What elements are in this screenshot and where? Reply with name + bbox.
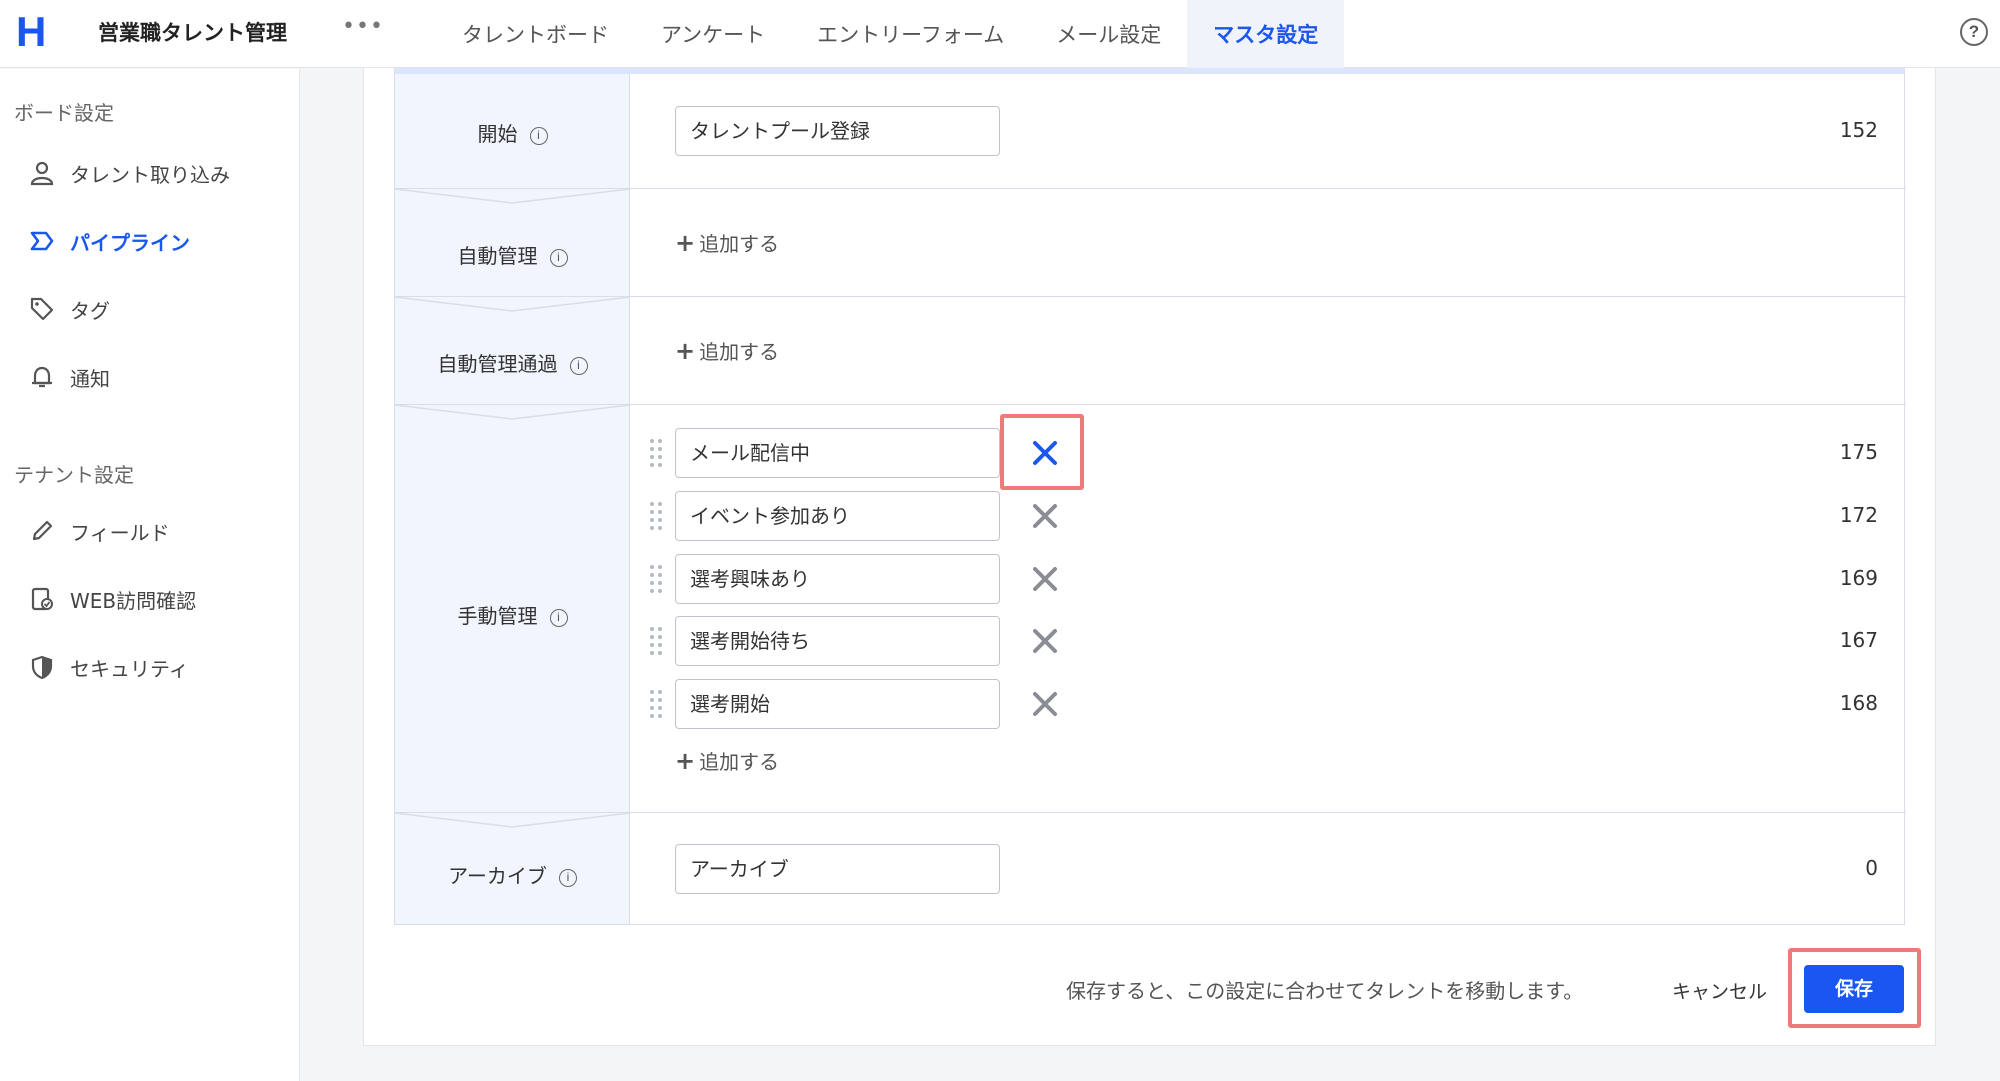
stage-arrow bbox=[395, 189, 630, 204]
tag-icon bbox=[28, 295, 56, 323]
stage-name-input[interactable]: イベント参加あり bbox=[675, 491, 1000, 541]
web-check-icon bbox=[28, 585, 56, 613]
tab-talent-board[interactable]: タレントボード bbox=[436, 0, 635, 68]
sidebar-item-security[interactable]: セキュリティ bbox=[28, 649, 189, 685]
stage-name-input[interactable]: 選考開始待ち bbox=[675, 616, 1000, 666]
stage-count: 0 bbox=[1865, 856, 1878, 880]
add-label: 追加する bbox=[699, 340, 780, 364]
plus-icon: + bbox=[675, 337, 696, 365]
sidebar-item-label: パイプライン bbox=[70, 230, 190, 255]
drag-handle-icon[interactable] bbox=[649, 626, 663, 656]
stage-arrow bbox=[395, 813, 630, 828]
delete-icon[interactable] bbox=[1030, 438, 1060, 468]
tab-master-settings[interactable]: マスタ設定 bbox=[1187, 0, 1345, 68]
info-icon[interactable]: i bbox=[569, 357, 588, 375]
sidebar-item-talent-import[interactable]: タレント取り込み bbox=[28, 155, 230, 191]
save-button[interactable]: 保存 bbox=[1804, 965, 1904, 1013]
tab-entry-form[interactable]: エントリーフォーム bbox=[791, 0, 1030, 68]
stage-label-manual: 手動管理 i bbox=[395, 600, 630, 629]
sidebar-item-tags[interactable]: タグ bbox=[28, 291, 110, 327]
stage-name-input[interactable]: メール配信中 bbox=[675, 428, 1000, 478]
drag-handle-icon[interactable] bbox=[649, 438, 663, 468]
delete-icon[interactable] bbox=[1030, 626, 1060, 656]
sidebar-item-label: タグ bbox=[70, 298, 110, 323]
stage-count: 169 bbox=[1839, 566, 1878, 590]
plus-icon: + bbox=[675, 747, 696, 775]
delete-icon[interactable] bbox=[1030, 501, 1060, 531]
tab-survey[interactable]: アンケート bbox=[635, 0, 791, 68]
stage-count: 167 bbox=[1839, 628, 1878, 652]
stage-name-input[interactable]: 選考興味あり bbox=[675, 554, 1000, 604]
info-icon[interactable]: i bbox=[558, 869, 577, 887]
plus-icon: + bbox=[675, 229, 696, 257]
pencil-icon bbox=[28, 517, 56, 545]
board-settings-heading: ボード設定 bbox=[14, 101, 114, 125]
sidebar: ボード設定 タレント取り込み パイプライン タグ 通知 テナント設定 フィールド bbox=[0, 69, 300, 1081]
sidebar-item-notifications[interactable]: 通知 bbox=[28, 359, 110, 395]
stage-name-input[interactable]: 選考開始 bbox=[675, 679, 1000, 729]
add-stage-button[interactable]: + 追加する bbox=[675, 746, 779, 775]
stage-label-text: アーカイブ bbox=[448, 864, 547, 888]
add-stage-button[interactable]: + 追加する bbox=[675, 336, 779, 365]
delete-icon[interactable] bbox=[1030, 689, 1060, 719]
app-title[interactable]: 営業職タレント管理 bbox=[98, 17, 287, 47]
tab-mail-settings[interactable]: メール設定 bbox=[1030, 0, 1187, 68]
stage-count: 152 bbox=[1839, 118, 1878, 142]
person-icon bbox=[28, 159, 56, 187]
stage-label-auto: 自動管理 i bbox=[395, 240, 630, 269]
help-icon[interactable]: ? bbox=[1960, 18, 1988, 46]
save-note: 保存すると、この設定に合わせてタレントを移動します。 bbox=[1066, 979, 1584, 1003]
add-label: 追加する bbox=[699, 232, 780, 256]
sidebar-item-fields[interactable]: フィールド bbox=[28, 513, 170, 549]
stage-label-text: 自動管理通過 bbox=[437, 352, 558, 376]
stage-label-auto-pass: 自動管理通過 i bbox=[395, 348, 630, 377]
pipeline-icon bbox=[28, 227, 56, 255]
stage-label-archive: アーカイブ i bbox=[395, 860, 630, 889]
sidebar-item-web-visit[interactable]: WEB訪問確認 bbox=[28, 581, 196, 617]
info-icon[interactable]: i bbox=[529, 127, 548, 145]
main-nav: タレントボード アンケート エントリーフォーム メール設定 マスタ設定 bbox=[436, 0, 1345, 68]
stage-count: 175 bbox=[1839, 440, 1878, 464]
stage-label-start: 開始 i bbox=[395, 118, 630, 147]
sidebar-item-label: フィールド bbox=[70, 520, 170, 545]
stage-arrow bbox=[395, 297, 630, 312]
app-logo[interactable]: H bbox=[16, 10, 50, 54]
tenant-settings-heading: テナント設定 bbox=[14, 463, 134, 487]
stage-arrow bbox=[395, 405, 630, 420]
stage-label-text: 自動管理 bbox=[457, 244, 538, 268]
bell-icon bbox=[28, 363, 56, 391]
drag-handle-icon[interactable] bbox=[649, 564, 663, 594]
sidebar-item-label: セキュリティ bbox=[70, 656, 189, 681]
delete-icon[interactable] bbox=[1030, 564, 1060, 594]
add-stage-button[interactable]: + 追加する bbox=[675, 228, 779, 257]
stage-label-text: 手動管理 bbox=[457, 604, 538, 628]
more-icon[interactable]: ••• bbox=[342, 14, 384, 39]
sidebar-item-label: タレント取り込み bbox=[70, 162, 230, 187]
info-icon[interactable]: i bbox=[549, 249, 568, 267]
shield-icon bbox=[28, 653, 56, 681]
stage-count: 172 bbox=[1839, 503, 1878, 527]
top-header: H 営業職タレント管理 ••• タレントボード アンケート エントリーフォーム … bbox=[0, 0, 2000, 68]
add-label: 追加する bbox=[699, 750, 780, 774]
stage-name-input[interactable]: タレントプール登録 bbox=[675, 106, 1000, 156]
sidebar-item-label: 通知 bbox=[70, 366, 110, 391]
info-icon[interactable]: i bbox=[549, 609, 568, 627]
stage-count: 168 bbox=[1839, 691, 1878, 715]
drag-handle-icon[interactable] bbox=[649, 689, 663, 719]
sidebar-item-pipeline[interactable]: パイプライン bbox=[28, 223, 190, 259]
cancel-button[interactable]: キャンセル bbox=[1672, 977, 1767, 1004]
drag-handle-icon[interactable] bbox=[649, 501, 663, 531]
stage-label-text: 開始 bbox=[477, 122, 518, 146]
sidebar-item-label: WEB訪問確認 bbox=[70, 588, 197, 613]
pipeline-table: 開始 i タレントプール登録 152 自動管理 i + 追加する 自動管理通過 i + 追… bbox=[394, 68, 1906, 925]
stage-name-input[interactable]: アーカイブ bbox=[675, 844, 1000, 894]
